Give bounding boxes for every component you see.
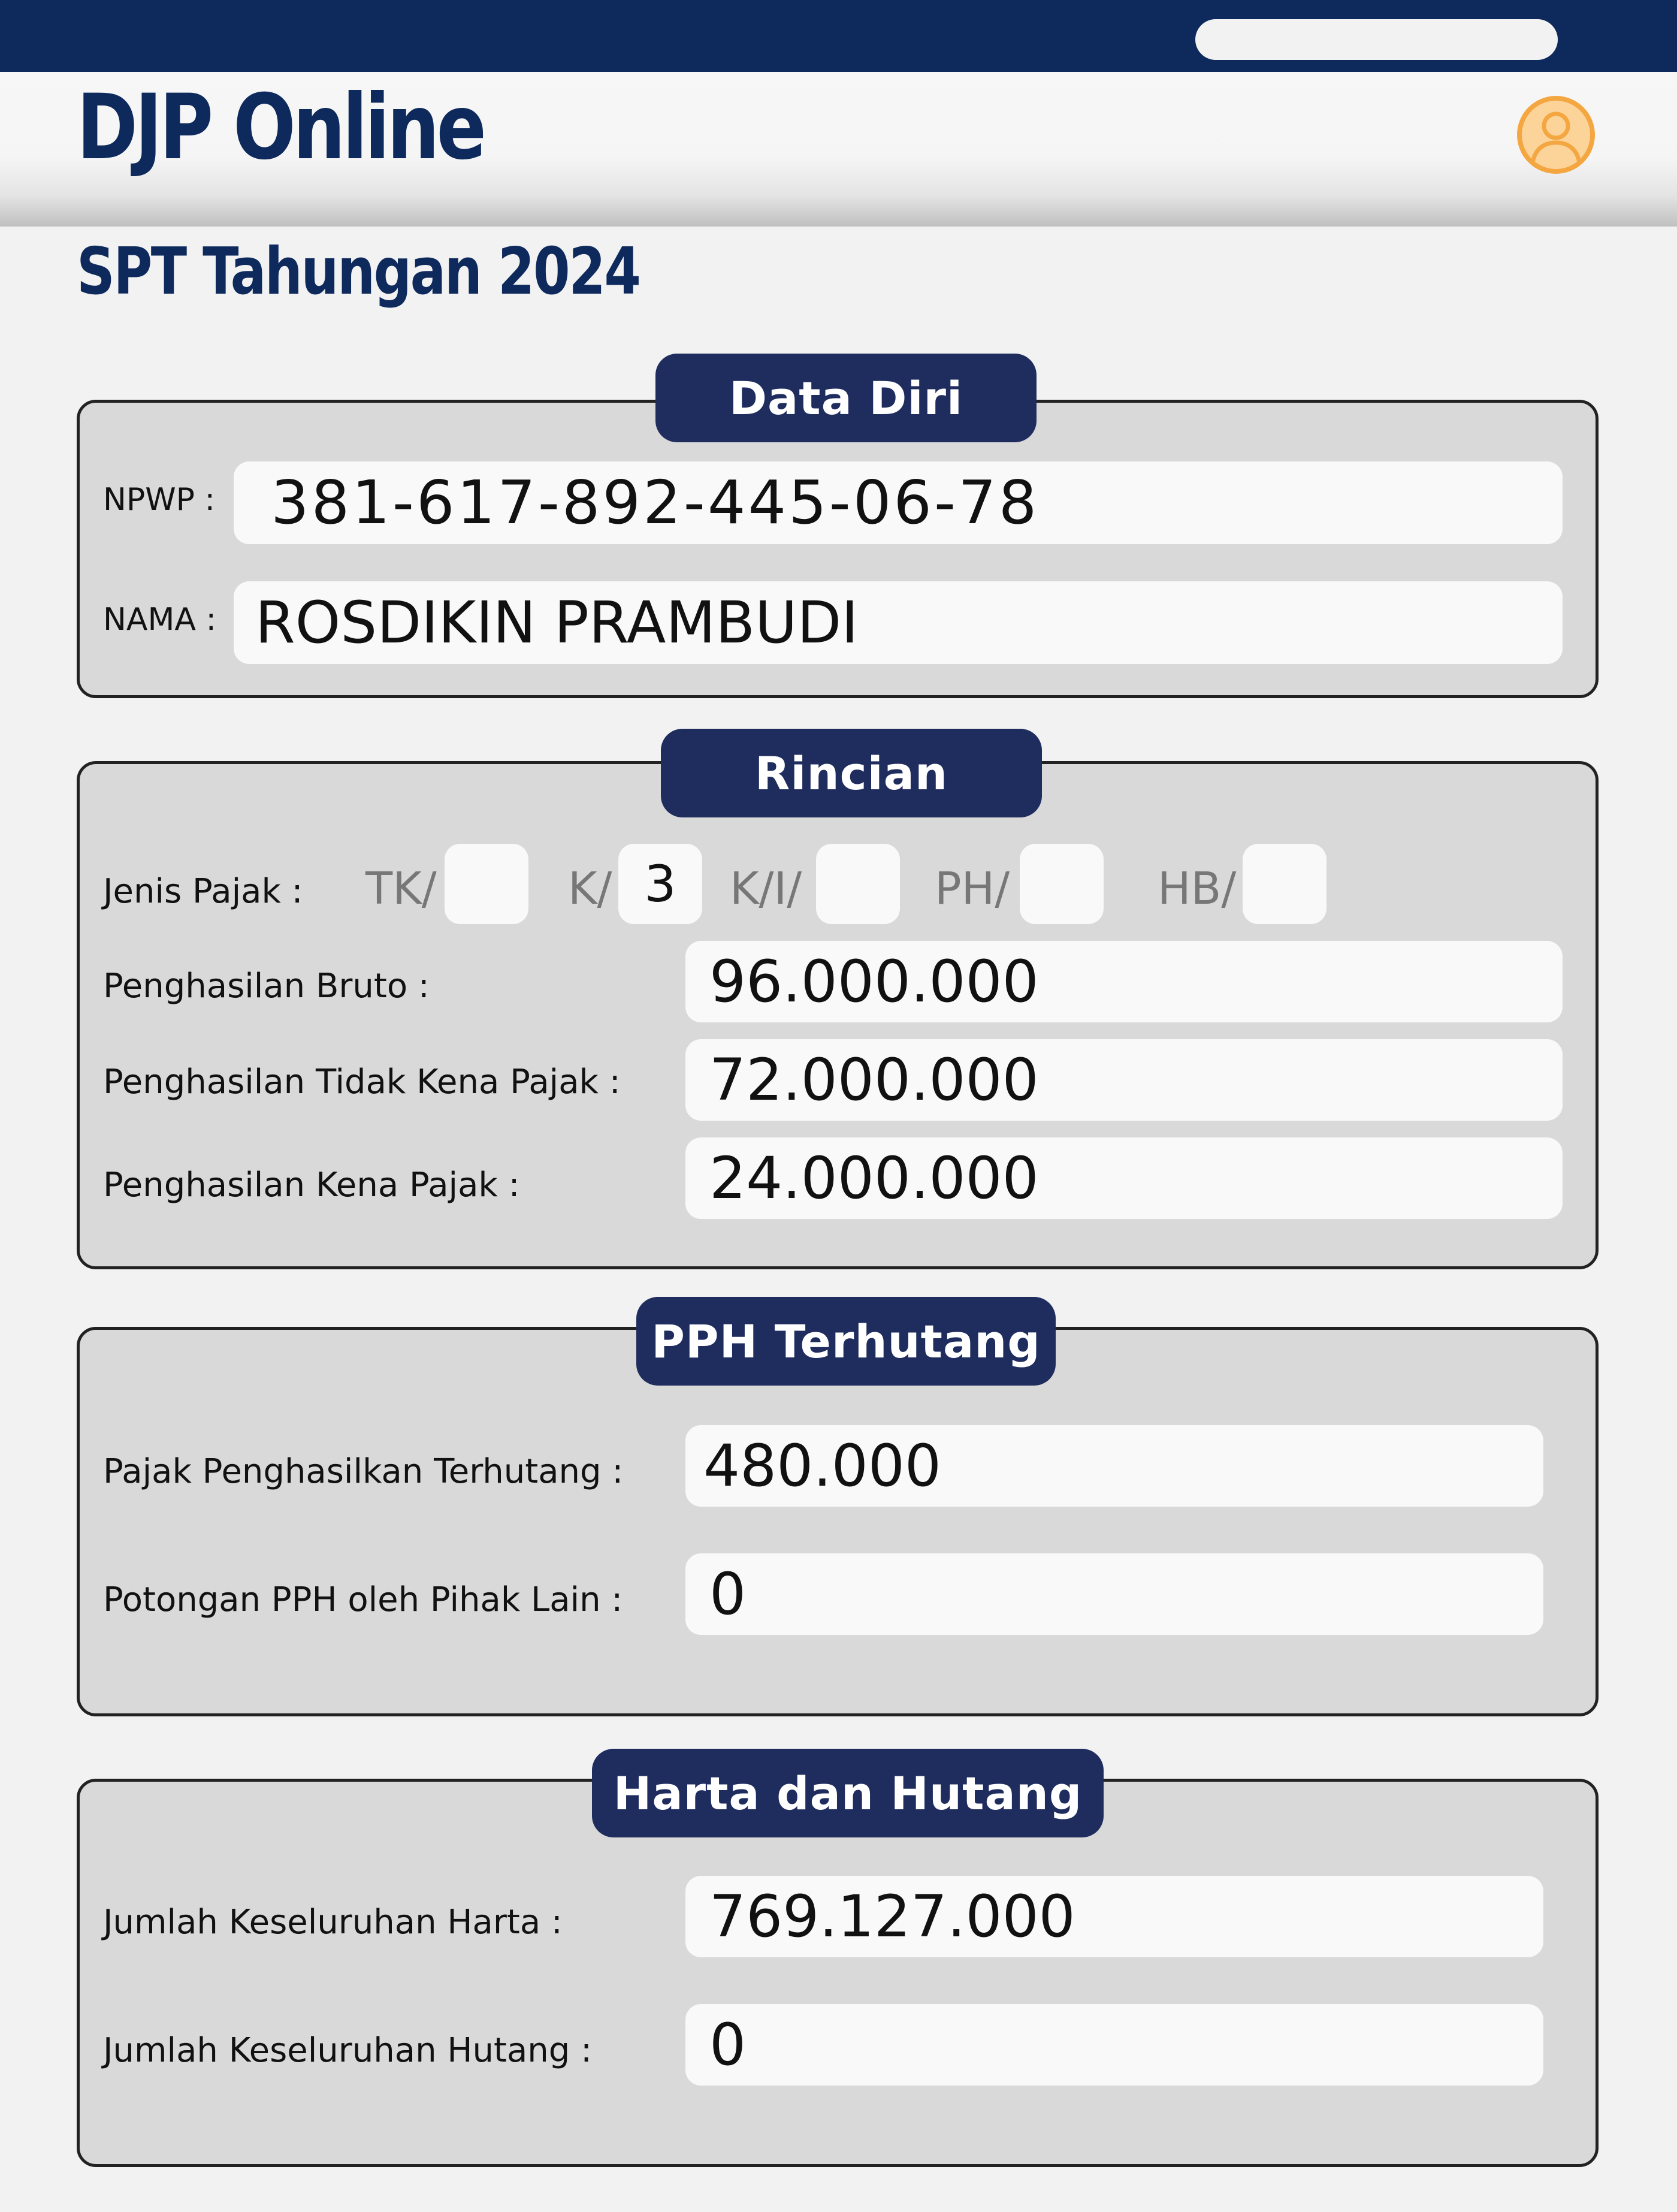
hutang-field[interactable]: 0	[685, 2004, 1543, 2086]
jenis-pajak-code-ph: PH/	[935, 863, 1010, 915]
npwp-field[interactable]: 381-617-892-445-06-78	[234, 461, 1563, 544]
page-title: SPT Tahungan 2024	[77, 234, 641, 309]
pkp-label: Penghasilan Kena Pajak :	[103, 1166, 520, 1205]
nama-field[interactable]: ROSDIKIN PRAMBUDI	[234, 581, 1563, 664]
nama-label: NAMA :	[103, 602, 216, 638]
jenis-pajak-input-tk[interactable]	[445, 844, 528, 924]
jenis-pajak-code-k: K/	[568, 863, 612, 915]
bruto-label: Penghasilan Bruto :	[103, 967, 430, 1006]
user-circle-icon[interactable]	[1517, 96, 1595, 174]
ptkp-field[interactable]: 72.000.000	[685, 1039, 1563, 1121]
jenis-pajak-input-ki[interactable]	[816, 844, 900, 924]
jenis-pajak-code-hb: HB/	[1158, 863, 1237, 915]
app-title: DJP Online	[77, 76, 487, 180]
jenis-pajak-input-k[interactable]: 3	[618, 844, 702, 924]
pkp-field[interactable]: 24.000.000	[685, 1137, 1563, 1219]
jenis-pajak-input-ph[interactable]	[1020, 844, 1104, 924]
section-title-pph: PPH Terhutang	[636, 1297, 1056, 1386]
top-bar	[0, 0, 1677, 72]
jenis-pajak-label: Jenis Pajak :	[103, 872, 303, 911]
potongan-pph-field[interactable]: 0	[685, 1553, 1543, 1635]
harta-label: Jumlah Keseluruhan Harta :	[103, 1903, 563, 1942]
section-title-data-diri: Data Diri	[655, 354, 1037, 442]
address-bar[interactable]	[1195, 19, 1558, 60]
harta-field[interactable]: 769.127.000	[685, 1876, 1543, 1957]
jenis-pajak-code-tk: TK/	[365, 863, 437, 915]
jenis-pajak-input-hb[interactable]	[1243, 844, 1327, 924]
section-title-harta: Harta dan Hutang	[592, 1749, 1104, 1837]
page: DJP Online SPT Tahungan 2024 Data Diri N…	[0, 0, 1677, 2212]
npwp-label: NPWP :	[103, 482, 216, 518]
jenis-pajak-code-ki: K/I/	[730, 863, 802, 915]
pph-terhutang-field[interactable]: 480.000	[685, 1425, 1543, 1507]
pph-terhutang-label: Pajak Penghasilkan Terhutang :	[103, 1452, 624, 1491]
section-title-rincian: Rincian	[661, 729, 1042, 817]
bruto-field[interactable]: 96.000.000	[685, 941, 1563, 1022]
potongan-pph-label: Potongan PPH oleh Pihak Lain :	[103, 1580, 623, 1619]
ptkp-label: Penghasilan Tidak Kena Pajak :	[103, 1063, 621, 1102]
hutang-label: Jumlah Keseluruhan Hutang :	[103, 2031, 592, 2070]
